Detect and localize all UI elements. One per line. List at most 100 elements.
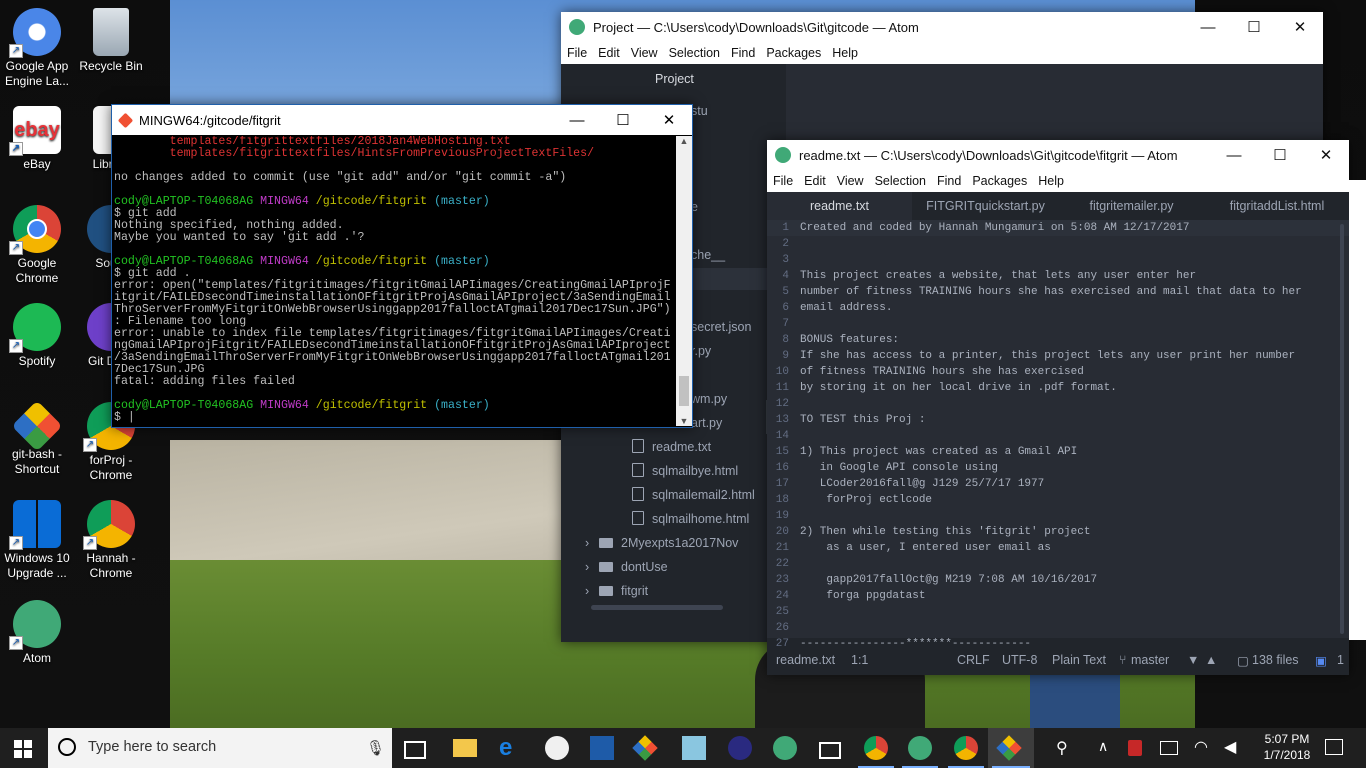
tree-scrollbar[interactable]	[591, 605, 723, 610]
notepad-icon[interactable]	[682, 736, 706, 760]
atom-icon[interactable]	[773, 736, 797, 760]
menu-selection[interactable]: Selection	[669, 46, 720, 60]
menu-packages[interactable]: Packages	[972, 174, 1027, 188]
title-bar[interactable]: Project — C:\Users\cody\Downloads\Git\gi…	[561, 12, 1323, 42]
menu-view[interactable]: View	[631, 46, 658, 60]
menu-file[interactable]: File	[567, 46, 587, 60]
desktop-icon-google-chrome[interactable]: ↗ Google Chrome	[0, 205, 74, 286]
atom-readme-window[interactable]: readme.txt — C:\Users\cody\Downloads\Git…	[767, 140, 1349, 675]
tree-file-sqlmailbye[interactable]: sqlmailbye.html	[632, 460, 738, 482]
file-explorer-icon[interactable]	[453, 739, 477, 757]
status-grammar[interactable]: Plain Text	[1052, 653, 1106, 667]
scroll-up-icon[interactable]: ▲	[676, 136, 692, 146]
status-branch[interactable]: master	[1131, 653, 1169, 667]
close-button[interactable]: ✕	[1303, 146, 1349, 164]
editor-scrollbar[interactable]	[1340, 224, 1344, 634]
code-line: If she has access to a printer, this pro…	[800, 350, 1296, 362]
windows-start-icon[interactable]	[14, 740, 32, 758]
microphone-icon[interactable]: 🎙	[366, 739, 385, 757]
security-icon[interactable]	[1128, 740, 1142, 756]
menu-edit[interactable]: Edit	[598, 46, 620, 60]
status-encoding[interactable]: UTF-8	[1002, 653, 1037, 667]
taskbar-search[interactable]: Type here to search 🎙	[48, 728, 392, 768]
maximize-button[interactable]: ☐	[600, 111, 646, 129]
desktop-icon-spotify[interactable]: ↗ Spotify	[0, 303, 74, 369]
wifi-icon[interactable]: ◠	[1194, 737, 1208, 757]
tab-readme[interactable]: readme.txt	[767, 192, 912, 220]
close-button[interactable]: ✕	[1277, 18, 1323, 36]
menu-file[interactable]: File	[773, 174, 793, 188]
text-editor[interactable]: 1 Created and coded by Hannah Mungamuri o…	[767, 220, 1349, 650]
tree-item[interactable]: r.py	[691, 340, 711, 362]
paint-icon[interactable]	[545, 736, 569, 760]
maximize-button[interactable]: ☐	[1231, 18, 1277, 36]
terminal-scrollbar[interactable]: ▲ ▼	[676, 136, 692, 426]
powershell-icon[interactable]	[590, 736, 614, 760]
terminal-input-line[interactable]: $ |	[114, 412, 677, 424]
push-up-icon[interactable]: ▲	[1205, 653, 1217, 667]
tree-item[interactable]: secret.json	[691, 316, 751, 338]
menu-find[interactable]: Find	[731, 46, 755, 60]
tree-item[interactable]: stu	[691, 100, 708, 122]
menu-edit[interactable]: Edit	[804, 174, 826, 188]
chrome-icon[interactable]	[864, 736, 888, 760]
chevron-up-icon[interactable]: ∧	[1098, 738, 1108, 755]
git-gui-icon[interactable]	[632, 735, 658, 761]
media-icon[interactable]	[728, 736, 752, 760]
status-line-ending[interactable]: CRLF	[957, 653, 990, 667]
tree-file-sqlmailemail2[interactable]: sqlmailemail2.html	[632, 484, 755, 506]
minimize-button[interactable]: —	[1185, 19, 1231, 36]
desktop-icon-hannah-chrome[interactable]: ↗ Hannah - Chrome	[74, 500, 148, 581]
chrome-icon[interactable]	[954, 736, 978, 760]
menu-packages[interactable]: Packages	[766, 46, 821, 60]
people-icon[interactable]: ⚲	[1056, 738, 1068, 758]
scroll-down-icon[interactable]: ▼	[676, 416, 692, 426]
title-bar[interactable]: readme.txt — C:\Users\cody\Downloads\Git…	[767, 140, 1349, 170]
desktop-icon-git-bash[interactable]: git-bash - Shortcut	[0, 400, 74, 477]
menu-help[interactable]: Help	[1038, 174, 1064, 188]
notification-icon[interactable]	[1325, 739, 1343, 755]
maximize-button[interactable]: ☐	[1257, 146, 1303, 164]
tree-folder-dontuse[interactable]: › dontUse	[585, 556, 668, 578]
menu-view[interactable]: View	[837, 174, 864, 188]
menu-help[interactable]: Help	[832, 46, 858, 60]
close-button[interactable]: ✕	[646, 111, 692, 129]
tree-folder-2myexpts[interactable]: › 2Myexpts1a2017Nov	[585, 532, 738, 554]
tree-file-sqlmailhome[interactable]: sqlmailhome.html	[632, 508, 749, 530]
package-icon[interactable]: ▣	[1315, 653, 1327, 668]
status-file[interactable]: readme.txt	[776, 653, 835, 667]
edge-icon[interactable]: e	[499, 736, 523, 760]
tab-fitgritquickstart[interactable]: FITGRITquickstart.py	[913, 192, 1058, 220]
tree-folder-fitgrit[interactable]: › fitgrit	[585, 580, 648, 602]
desktop-icon-recycle-bin[interactable]: Recycle Bin	[74, 8, 148, 74]
git-bash-window[interactable]: MINGW64:/gitcode/fitgrit — ☐ ✕ templates…	[111, 104, 693, 428]
tree-file-readme[interactable]: readme.txt	[632, 436, 711, 458]
atom-icon[interactable]	[908, 736, 932, 760]
title-bar[interactable]: MINGW64:/gitcode/fitgrit — ☐ ✕	[112, 105, 692, 135]
desktop-icon-windows-upgrade[interactable]: ↗ Windows 10 Upgrade ...	[0, 500, 74, 581]
mail-icon[interactable]	[819, 742, 841, 759]
tree-item[interactable]: art.py	[691, 412, 722, 434]
minimize-button[interactable]: —	[1211, 147, 1257, 164]
tab-fitgritemailer[interactable]: fitgritemailer.py	[1059, 192, 1204, 220]
volume-icon[interactable]: ◀	[1224, 737, 1236, 757]
scrollbar-thumb[interactable]	[679, 376, 689, 406]
terminal-output[interactable]: templates/fitgrittextfiles/2018Jan4WebHo…	[112, 136, 677, 426]
task-view-icon[interactable]	[404, 741, 426, 759]
desktop-icon-ebay[interactable]: ebay ↗ eBay	[0, 106, 74, 172]
desktop-icon-app-engine[interactable]: ↗ Google App Engine La...	[0, 8, 74, 89]
desktop-icon-atom[interactable]: ↗ Atom	[0, 600, 74, 666]
status-extra[interactable]: 1	[1337, 653, 1344, 667]
code-line: by storing it on her local drive in .pdf…	[800, 382, 1117, 394]
status-files[interactable]: 138 files	[1252, 653, 1299, 667]
tab-fitgritaddlist[interactable]: fitgritaddList.html	[1205, 192, 1349, 220]
minimize-button[interactable]: —	[554, 112, 600, 129]
tree-item[interactable]: che__	[691, 244, 725, 266]
battery-icon[interactable]	[1160, 741, 1178, 755]
clock[interactable]: 5:07 PM 1/7/2018	[1252, 731, 1322, 763]
tree-item[interactable]: wm.py	[691, 388, 727, 410]
menu-find[interactable]: Find	[937, 174, 961, 188]
status-cursor[interactable]: 1:1	[851, 653, 868, 667]
fetch-down-icon[interactable]: ▼	[1187, 653, 1199, 667]
menu-selection[interactable]: Selection	[875, 174, 926, 188]
